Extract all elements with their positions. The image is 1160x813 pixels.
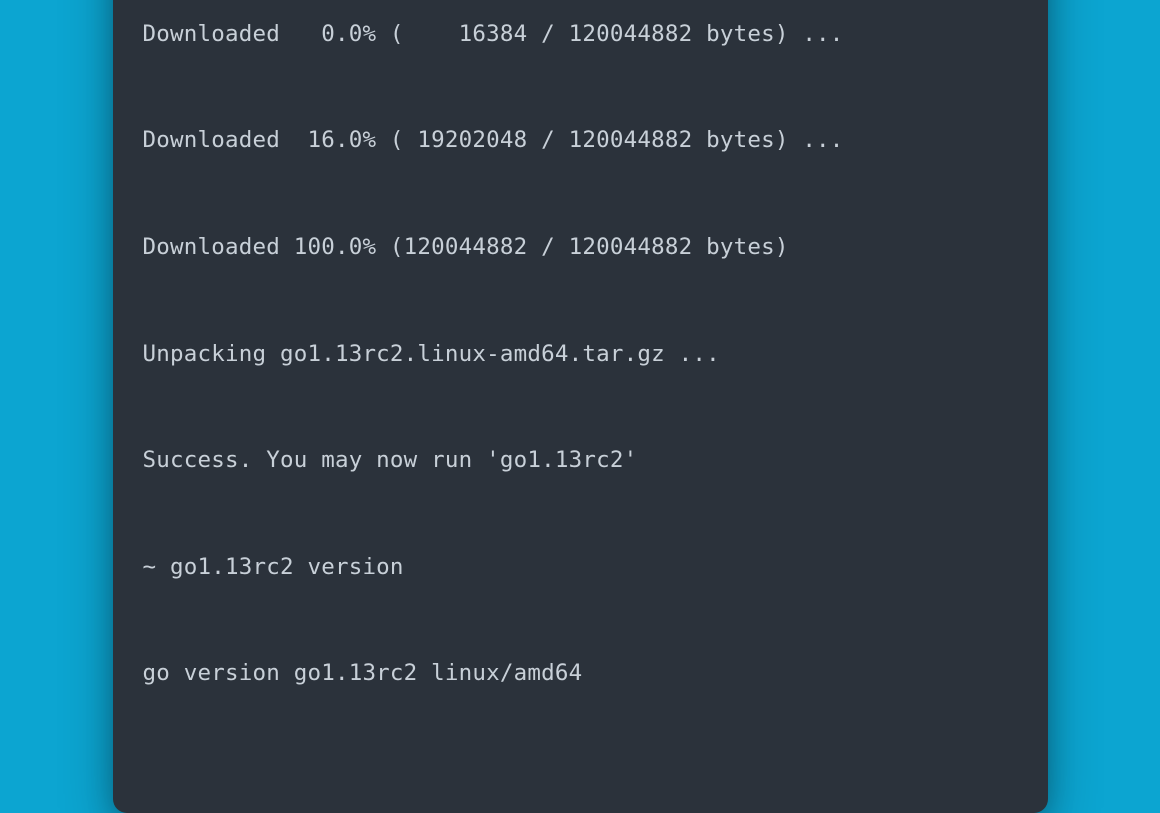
terminal-content: ~ go1.13rc2 download Downloaded 0.0% ( 1…	[143, 0, 1018, 763]
terminal-line: go version go1.13rc2 linux/amd64	[143, 656, 1018, 692]
terminal-line: Downloaded 16.0% ( 19202048 / 120044882 …	[143, 123, 1018, 159]
terminal-window: ~ go1.13rc2 download Downloaded 0.0% ( 1…	[113, 0, 1048, 813]
terminal-line: Success. You may now run 'go1.13rc2'	[143, 443, 1018, 479]
terminal-line: Downloaded 100.0% (120044882 / 120044882…	[143, 230, 1018, 266]
terminal-line: ~ go1.13rc2 version	[143, 550, 1018, 586]
terminal-line: Unpacking go1.13rc2.linux-amd64.tar.gz .…	[143, 337, 1018, 373]
terminal-line: Downloaded 0.0% ( 16384 / 120044882 byte…	[143, 17, 1018, 53]
